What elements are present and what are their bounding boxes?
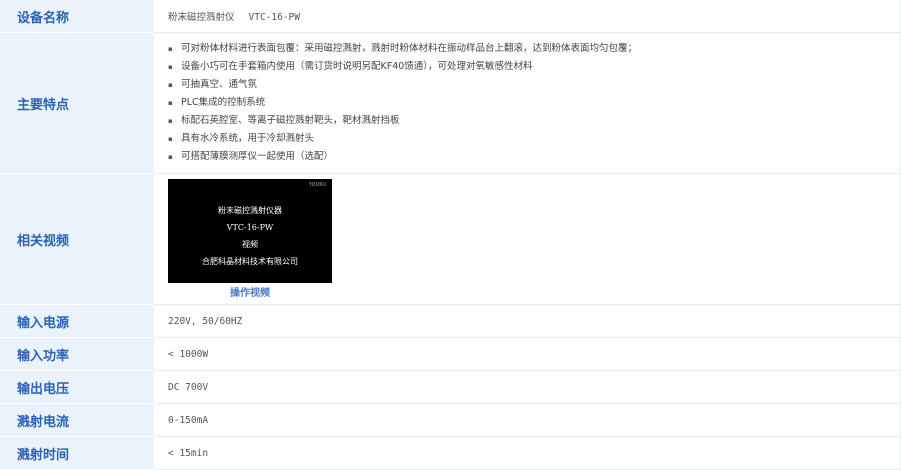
label-sputter-current: 溅射电流 — [0, 403, 154, 437]
video-title-lines: 粉末磁控溅射仪器 VTC-16-PW 视频 合肥科晶材料技术有限公司 — [168, 202, 332, 270]
label-input-power: 输入功率 — [0, 337, 154, 371]
video-block: YOUKU 粉末磁控溅射仪器 VTC-16-PW 视频 合肥科晶材料技术有限公司… — [168, 179, 332, 299]
video-player[interactable]: YOUKU 粉末磁控溅射仪器 VTC-16-PW 视频 合肥科晶材料技术有限公司 — [168, 179, 332, 283]
label-sputter-time: 溅射时间 — [0, 436, 154, 470]
value-output-voltage: DC 700V — [154, 370, 901, 404]
youku-logo: YOUKU — [308, 182, 326, 188]
row-related-video: 相关视频 YOUKU 粉末磁控溅射仪器 VTC-16-PW 视频 合肥科晶材料技… — [0, 173, 901, 305]
feature-item: PLC集成的控制系统 — [168, 94, 900, 112]
row-sputter-time: 溅射时间 < 15min — [0, 436, 901, 470]
label-related-video: 相关视频 — [0, 173, 154, 305]
feature-list: 可对粉体材料进行表面包覆：采用磁控溅射，溅射时粉体材料在振动样品台上翻滚，达到粉… — [168, 40, 900, 166]
video-caption-link[interactable]: 操作视频 — [168, 284, 332, 299]
label-input-power-supply: 输入电源 — [0, 304, 154, 338]
video-line: 合肥科晶材料技术有限公司 — [202, 257, 298, 266]
label-main-features: 主要特点 — [0, 32, 154, 174]
device-name-text: 粉末磁控溅射仪 — [168, 12, 235, 23]
device-model-text: VTC-16-PW — [248, 12, 300, 23]
value-sputter-current: 0-150mA — [154, 403, 901, 437]
row-device-name: 设备名称 粉末磁控溅射仪 VTC-16-PW — [0, 0, 901, 33]
value-input-power: < 1000W — [154, 337, 901, 371]
value-sputter-time: < 15min — [154, 436, 901, 470]
row-input-power: 输入功率 < 1000W — [0, 337, 901, 371]
feature-item: 标配石英腔室、等离子磁控溅射靶头，靶材溅射挡板 — [168, 112, 900, 130]
feature-item: 设备小巧可在手套箱内使用（需订货时说明另配KF40馈通），可处理对氧敏感性材料 — [168, 58, 900, 76]
value-related-video: YOUKU 粉末磁控溅射仪器 VTC-16-PW 视频 合肥科晶材料技术有限公司… — [154, 173, 901, 305]
feature-item: 可对粉体材料进行表面包覆：采用磁控溅射，溅射时粉体材料在振动样品台上翻滚，达到粉… — [168, 40, 900, 58]
row-output-voltage: 输出电压 DC 700V — [0, 370, 901, 404]
row-input-power-supply: 输入电源 220V, 50/60HZ — [0, 304, 901, 338]
video-line: VTC-16-PW — [226, 223, 274, 232]
feature-item: 具有水冷系统，用于冷却溅射头 — [168, 130, 900, 148]
row-sputter-current: 溅射电流 0-150mA — [0, 403, 901, 437]
label-device-name: 设备名称 — [0, 0, 154, 33]
row-main-features: 主要特点 可对粉体材料进行表面包覆：采用磁控溅射，溅射时粉体材料在振动样品台上翻… — [0, 32, 901, 174]
spec-table: 设备名称 粉末磁控溅射仪 VTC-16-PW 主要特点 可对粉体材料进行表面包覆：… — [0, 0, 901, 470]
value-input-power-supply: 220V, 50/60HZ — [154, 304, 901, 338]
feature-item: 可搭配薄膜测厚仪一起使用（选配） — [168, 148, 900, 166]
value-main-features: 可对粉体材料进行表面包覆：采用磁控溅射，溅射时粉体材料在振动样品台上翻滚，达到粉… — [154, 32, 901, 174]
video-line: 视频 — [242, 240, 258, 249]
feature-item: 可抽真空、通气氛 — [168, 76, 900, 94]
video-line: 粉末磁控溅射仪器 — [218, 206, 282, 215]
value-device-name: 粉末磁控溅射仪 VTC-16-PW — [154, 0, 901, 33]
label-output-voltage: 输出电压 — [0, 370, 154, 404]
